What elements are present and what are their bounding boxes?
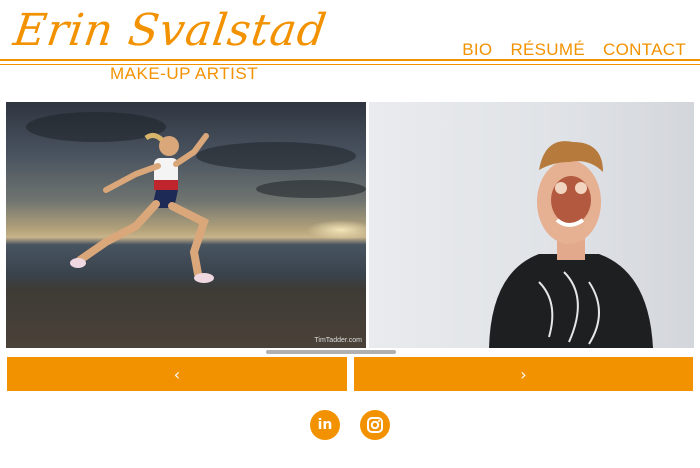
cloud-shape	[256, 180, 366, 198]
gallery-photo-athlete: TimTadder.com	[6, 102, 366, 348]
previous-photo-button[interactable]: ‹	[7, 357, 347, 391]
header-rule-thin	[0, 64, 700, 65]
runner-figure	[70, 132, 214, 283]
instagram-link[interactable]	[360, 410, 390, 440]
site-header: Erin Svalstad MAKE-UP ARTIST BIO RÉSUMÉ …	[0, 0, 700, 90]
photo-credit: TimTadder.com	[314, 337, 362, 344]
chevron-right-icon: ›	[520, 364, 527, 384]
nav-item-bio[interactable]: BIO	[462, 40, 492, 60]
main-nav: BIO RÉSUMÉ CONTACT	[462, 40, 686, 60]
sunset-glow	[306, 220, 366, 240]
next-photo-button[interactable]: ›	[354, 357, 693, 391]
logo-name[interactable]: Erin Svalstad	[10, 5, 330, 56]
gallery-scrollbar[interactable]	[266, 350, 396, 354]
person-figure	[489, 141, 653, 348]
instagram-icon	[367, 417, 383, 433]
gallery-photo-makeup	[369, 102, 694, 348]
photo-gallery[interactable]: TimTadder.com	[6, 102, 694, 348]
linkedin-icon: in	[317, 417, 333, 433]
chevron-left-icon: ‹	[173, 364, 181, 384]
nav-item-resume[interactable]: RÉSUMÉ	[510, 40, 585, 60]
linkedin-link[interactable]: in	[310, 410, 340, 440]
logo-tagline: MAKE-UP ARTIST	[110, 64, 259, 83]
nav-item-contact[interactable]: CONTACT	[603, 40, 686, 60]
